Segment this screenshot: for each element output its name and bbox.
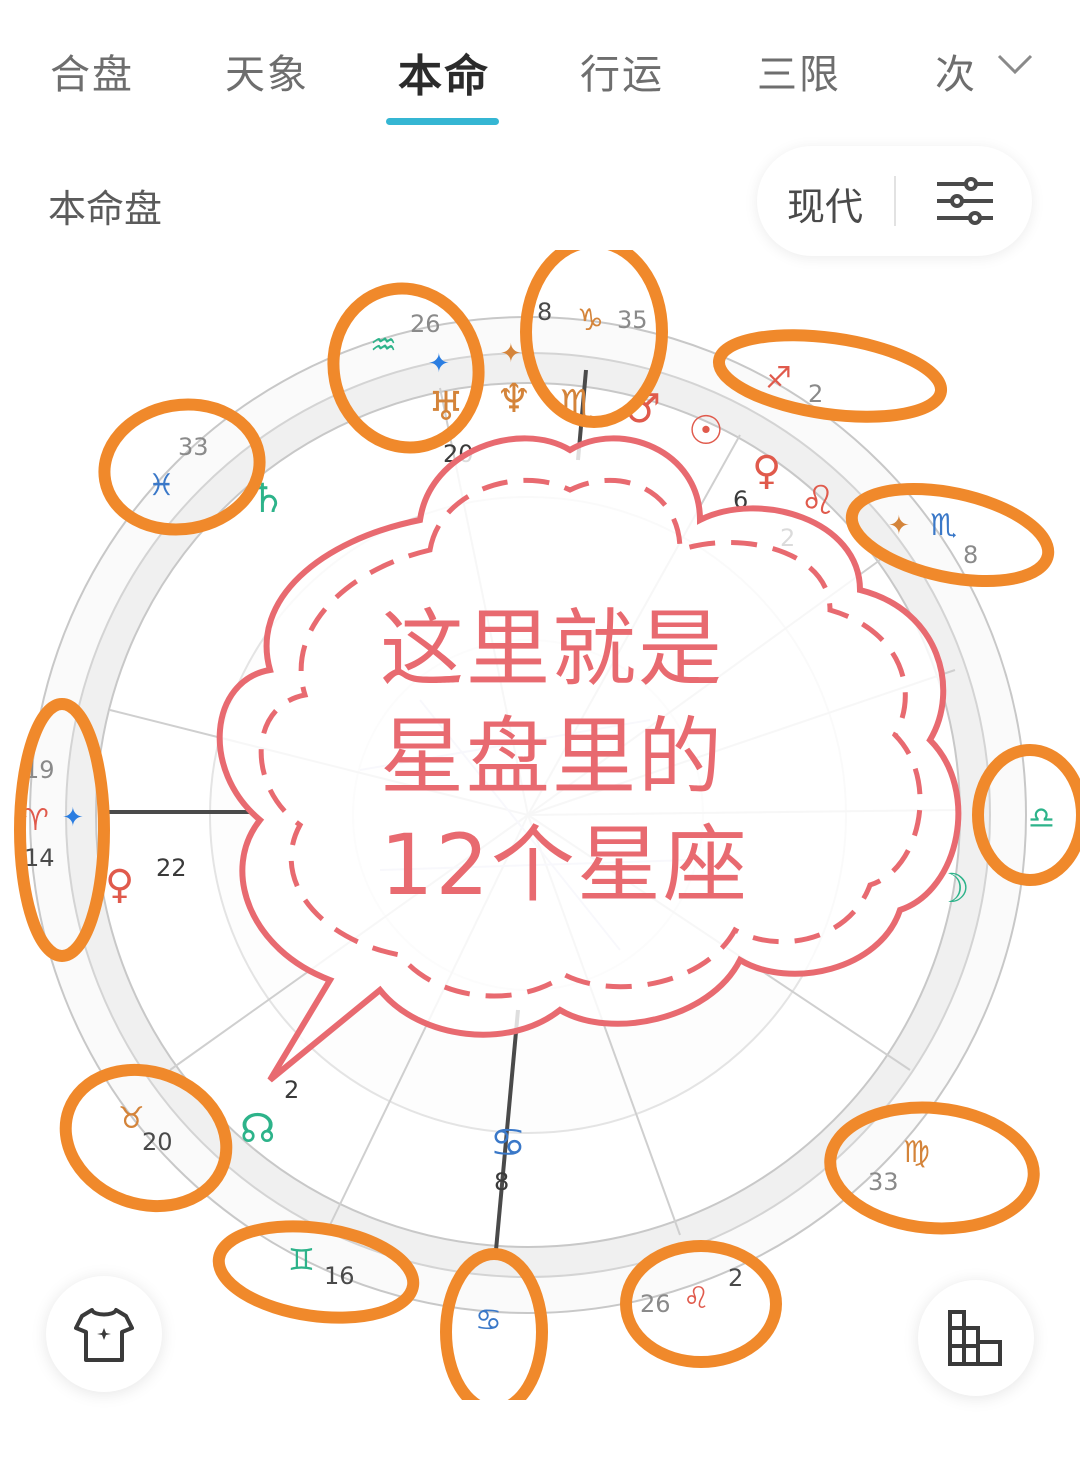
zodiac-pisces: ♓ [148,468,175,503]
tab-secondary[interactable]: 次 [935,42,977,100]
zodiac-taurus: ♉ [118,1101,145,1136]
zodiac-gemini: ♊ [288,1243,315,1278]
page-title: 本命盘 [48,187,163,231]
zodiac-aquarius: ♒ [370,328,397,363]
svg-text:✦: ✦ [500,339,522,369]
zodiac-leo: ♌ [683,1281,710,1316]
tab-transit-sky[interactable]: 天象 [225,42,309,100]
zodiac-libra: ♎ [1028,801,1055,836]
planet-venus-left: ♀ [105,862,134,908]
active-tab-indicator [386,118,499,125]
zodiac-leo-degree: 26 [640,1290,671,1318]
zodiac-capricorn: ♑ [577,303,604,338]
zodiac-aquarius-degree: 26 [410,310,441,338]
tshirt-icon [74,1308,134,1362]
svg-text:2: 2 [284,1076,299,1104]
chevron-down-icon[interactable] [995,50,1035,80]
zodiac-virgo-degree: 33 [868,1168,899,1196]
planet-node: ☊ [240,1106,276,1152]
zodiac-scorpio: ♏ [930,508,957,543]
zodiac-capricorn-degree: 35 [617,306,648,334]
tab-tertiary[interactable]: 三限 [757,42,841,100]
annotation-line-3: 12个星座 [380,816,749,914]
zodiac-sagittarius: ♐ [765,361,792,396]
svg-text:✦: ✦ [888,511,910,541]
house-system-button[interactable] [918,1280,1034,1396]
tab-natal[interactable]: 本命 [398,40,490,104]
zodiac-taurus-degree: 20 [142,1128,173,1156]
zodiac-sagittarius-degree: 2 [808,380,823,408]
settings-sliders-icon[interactable] [935,176,995,226]
theme-button[interactable] [46,1276,162,1392]
zodiac-pisces-degree: 33 [178,433,209,461]
annotation-text: 这里就是 星盘里的 12个星座 [380,595,780,919]
zodiac-cancer: ♋ [475,1303,502,1338]
zodiac-virgo: ♍ [903,1135,930,1170]
bar-grid-icon [948,1310,1002,1366]
chart-mode-selector[interactable]: 现代 [757,146,1032,256]
tab-synastry[interactable]: 合盘 [50,42,134,100]
annotation-line-1: 这里就是 [380,600,725,698]
svg-text:✦: ✦ [62,803,84,833]
divider [894,176,896,226]
zodiac-leo-extra: 2 [728,1264,743,1292]
planet-cancer-mark: ♋ [490,1120,526,1166]
zodiac-gemini-degree: 16 [324,1262,355,1290]
mode-label[interactable]: 现代 [787,176,863,231]
tab-bar: 合盘 天象 本命 行运 三限 次 [0,0,1080,140]
zodiac-aries-degree: 14 [24,844,55,872]
svg-text:✦: ✦ [428,349,450,379]
annotation-line-2: 星盘里的 [380,708,725,806]
planet-venus-top: ♀ [752,448,781,494]
svg-text:22: 22 [156,854,187,882]
planet-sun: ☉ [688,408,724,454]
planet-neptune: ♆ [496,376,532,422]
zodiac-capricorn-extra: 8 [537,298,552,326]
zodiac-scorpio-degree: 8 [963,541,978,569]
tab-transits[interactable]: 行运 [580,42,664,100]
svg-text:8: 8 [494,1168,509,1196]
